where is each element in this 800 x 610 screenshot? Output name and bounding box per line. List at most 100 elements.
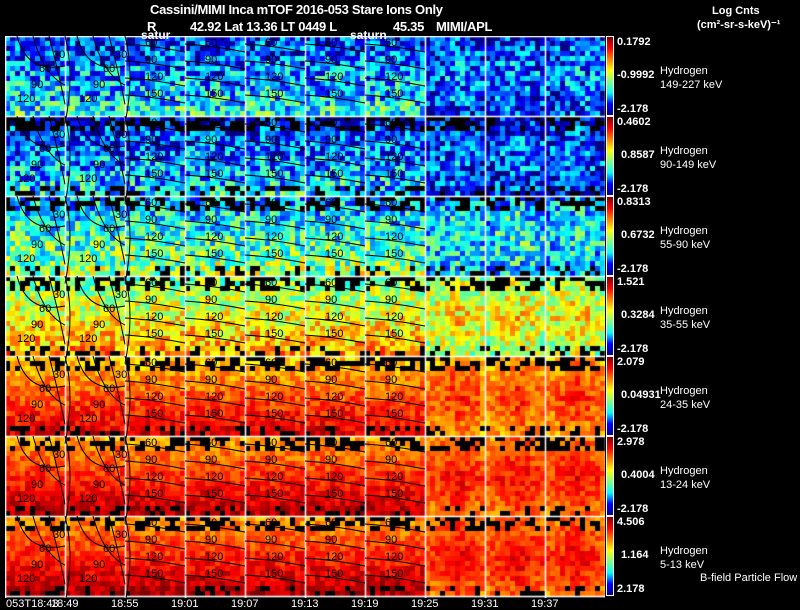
species-label: Hydrogen: [660, 465, 708, 477]
time-tick: 18:49: [51, 598, 79, 610]
contour-label: 60: [265, 37, 277, 49]
contour-label: 90: [325, 374, 337, 386]
colorbar-min: 2.178: [617, 583, 645, 595]
contour-label: 150: [385, 88, 403, 100]
time-tick: 19:31: [471, 598, 499, 610]
contour-label: 150: [325, 488, 343, 500]
contour-label: 120: [265, 231, 283, 243]
contour-label: 90: [205, 374, 217, 386]
contour-label: 60: [205, 437, 217, 449]
contour-label: 120: [325, 71, 343, 83]
contour-label: 60: [205, 277, 217, 289]
contour-label: 90: [31, 559, 43, 571]
contour-label: 60: [205, 517, 217, 529]
contour-label: 150: [205, 88, 223, 100]
energy-label: 24-35 keV: [660, 399, 711, 411]
time-tick: 19:01: [171, 598, 199, 610]
saturn-label-left: satur: [141, 28, 171, 42]
contour-label: 90: [93, 319, 105, 331]
contour-overlay: 30 60 90 120 30 60 90 120 60 90 120 150 60 90 120 150 60…: [16, 36, 426, 598]
contour-label: 90: [265, 374, 277, 386]
contour-label: 120: [325, 471, 343, 483]
contour-label: 90: [265, 534, 277, 546]
contour-line: [48, 435, 66, 505]
colorbar-min: -2.178: [617, 343, 649, 355]
contour-label: 60: [103, 383, 115, 395]
contour-label: 150: [265, 408, 283, 420]
contour-label: 120: [17, 173, 35, 185]
contour-label: 120: [385, 311, 403, 323]
energy-label: 90-149 keV: [660, 159, 717, 171]
time-tick: 19:19: [351, 598, 379, 610]
contour-label: 90: [325, 534, 337, 546]
contour-label: 120: [145, 551, 163, 563]
contour-label: 60: [145, 117, 157, 129]
contour-label: 60: [39, 543, 51, 555]
contour-label: 60: [385, 517, 397, 529]
contour-label: 120: [265, 551, 283, 563]
time-tick: 19:25: [411, 598, 439, 610]
contour-label: 30: [115, 529, 127, 541]
contour-label: 90: [385, 214, 397, 226]
contour-label: 150: [205, 568, 223, 580]
species-label: Hydrogen: [660, 65, 708, 77]
contour-label: 120: [385, 231, 403, 243]
contour-label: 150: [385, 328, 403, 340]
contour-label: 30: [115, 449, 127, 461]
contour-label: 120: [79, 173, 97, 185]
contour-label: 150: [385, 168, 403, 180]
colorbar-min: -2.178: [617, 183, 649, 195]
contour-label: 120: [79, 573, 97, 585]
contour-label: 60: [265, 437, 277, 449]
contour-label: 90: [93, 399, 105, 411]
contour-label: 120: [145, 151, 163, 163]
colorbar-max: 0.8313: [617, 196, 651, 208]
colorbar: [606, 356, 614, 436]
contour-label: 90: [145, 134, 157, 146]
contour-label: 90: [265, 134, 277, 146]
contour-label: 90: [265, 214, 277, 226]
contour-label: 150: [325, 168, 343, 180]
contour-label: 150: [205, 168, 223, 180]
contour-label: 60: [103, 63, 115, 75]
units-formula: (cm²-sr-s-keV)⁻¹: [697, 19, 781, 31]
contour-label: 90: [93, 479, 105, 491]
contour-label: 60: [145, 437, 157, 449]
contour-label: 90: [145, 54, 157, 66]
contour-label: 60: [39, 303, 51, 315]
contour-label: 60: [325, 37, 337, 49]
colorbar-min: -2.178: [617, 263, 649, 275]
colorbar-max: 1.521: [617, 276, 645, 288]
contour-line: [48, 195, 66, 265]
contour-label: 150: [145, 408, 163, 420]
contour-label: 60: [39, 63, 51, 75]
colorbar-mid: 1.164: [621, 549, 649, 561]
contour-label: 150: [265, 168, 283, 180]
species-label: Hydrogen: [660, 145, 708, 157]
colorbar-mid: 0.3284: [621, 309, 655, 321]
colorbar-min: -2.178: [617, 503, 649, 515]
colorbar: [606, 196, 614, 276]
contour-label: 90: [265, 54, 277, 66]
colorbar: [606, 36, 614, 116]
footer-legend: B-field Particle Flow: [700, 572, 798, 584]
contour-label: 60: [385, 277, 397, 289]
colorbar-max: 0.1792: [617, 36, 651, 48]
contour-label: 150: [145, 88, 163, 100]
contour-label: 120: [205, 551, 223, 563]
contour-label: 90: [325, 134, 337, 146]
contour-line: [64, 435, 71, 524]
contour-label: 150: [265, 88, 283, 100]
contour-label: 60: [265, 117, 277, 129]
contour-label: 90: [325, 454, 337, 466]
contour-label: 120: [145, 311, 163, 323]
contour-label: 150: [265, 568, 283, 580]
contour-label: 150: [145, 248, 163, 260]
contour-label: 120: [79, 93, 97, 105]
contour-label: 120: [385, 551, 403, 563]
contour-label: 120: [325, 391, 343, 403]
contour-label: 90: [325, 294, 337, 306]
contour-label: 60: [205, 37, 217, 49]
contour-label: 120: [205, 231, 223, 243]
contour-label: 90: [93, 559, 105, 571]
